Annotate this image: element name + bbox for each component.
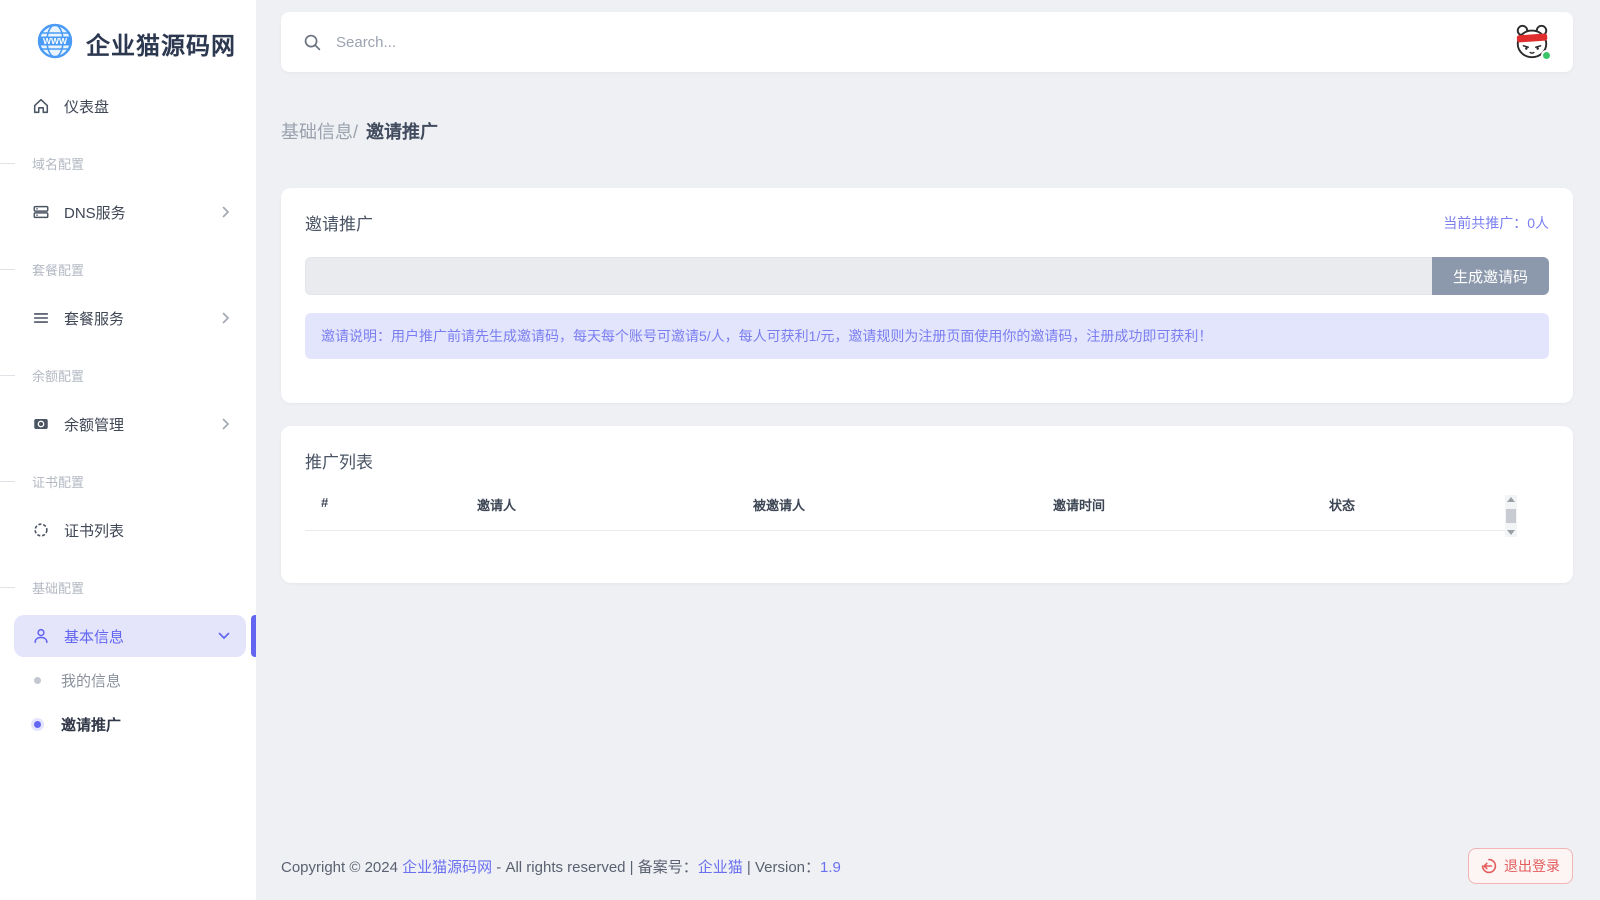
col-invite-time: 邀请时间 [1037,495,1313,514]
sidebar-item-package-service[interactable]: 套餐服务 [14,297,246,339]
sidebar-item-dashboard[interactable]: 仪表盘 [14,85,246,127]
bullet-dot-icon [34,677,41,684]
col-status: 状态 [1313,495,1505,514]
col-inviter: 邀请人 [461,495,737,514]
generate-invite-code-button[interactable]: 生成邀请码 [1432,257,1549,295]
invite-notice: 邀请说明：用户推广前请先生成邀请码，每天每个账号可邀请5/人，每人可获利1/元，… [305,313,1549,359]
chevron-right-icon [222,206,230,218]
promo-table: # 邀请人 被邀请人 邀请时间 状态 [305,495,1517,587]
globe-www-icon: WWW [36,22,74,65]
promo-table-header: # 邀请人 被邀请人 邀请时间 状态 [305,495,1505,531]
breadcrumb-current: 邀请推广 [366,118,438,144]
col-invitee: 被邀请人 [737,495,1037,514]
sidebar-subitem-label: 我的信息 [61,670,121,691]
server-icon [32,203,50,221]
sidebar-subitem-label: 邀请推广 [61,714,121,735]
sidebar-item-label: 基本信息 [64,626,124,647]
promo-list-title: 推广列表 [305,453,373,472]
scrollbar-thumb[interactable] [1506,509,1516,523]
sidebar-section-package: 套餐配置 [0,261,256,277]
breadcrumb-parent[interactable]: 基础信息/ [281,118,358,144]
bullet-dot-icon [34,721,41,728]
sidebar-item-label: 余额管理 [64,414,124,435]
sidebar-item-label: 仪表盘 [64,96,109,117]
badge-circle-icon [32,521,50,539]
active-menu-indicator [251,615,256,657]
online-status-dot [1541,50,1552,61]
invite-code-input[interactable] [305,257,1432,295]
scroll-down-arrow-icon[interactable] [1507,530,1515,535]
search-input[interactable] [336,34,756,51]
chevron-right-icon [222,418,230,430]
promo-table-body-empty [305,531,1517,587]
list-icon [32,309,50,327]
chevron-down-icon [218,632,230,640]
sidebar-section-basic: 基础配置 [0,579,256,595]
topbar [281,12,1573,72]
scroll-up-arrow-icon[interactable] [1507,497,1515,502]
promo-list-card: 推广列表 # 邀请人 被邀请人 邀请时间 状态 [281,426,1573,583]
promo-count-value: 0人 [1527,215,1549,231]
sidebar-section-cert: 证书配置 [0,473,256,489]
sidebar-menu: 仪表盘 域名配置 DNS服务 套餐配置 套餐服务 [0,65,256,745]
invite-card-title: 邀请推广 [305,210,373,235]
sidebar-item-cert-list[interactable]: 证书列表 [14,509,246,551]
breadcrumb: 基础信息/ 邀请推广 [281,118,1573,144]
logout-button[interactable]: 退出登录 [1468,848,1573,884]
svg-text:WWW: WWW [43,36,68,46]
invite-card: 邀请推广 当前共推广：0人 生成邀请码 邀请说明：用户推广前请先生成邀请码，每天… [281,188,1573,403]
sidebar-subitem-invite-promo[interactable]: 邀请推广 [0,703,256,745]
brand[interactable]: WWW 企业猫源码网 [0,0,256,65]
footer: Copyright © 2024 企业猫源码网 - All rights res… [281,848,1573,884]
sidebar: WWW 企业猫源码网 仪表盘 域名配置 DNS服务 [0,0,256,900]
app-title: 企业猫源码网 [86,26,236,61]
footer-brand-link[interactable]: 企业猫源码网 [402,859,492,876]
sidebar-item-basic-info[interactable]: 基本信息 [14,615,246,657]
sidebar-item-label: 套餐服务 [64,308,124,329]
sidebar-item-label: 证书列表 [64,520,124,541]
sidebar-item-dns[interactable]: DNS服务 [14,191,246,233]
sidebar-subitem-my-info[interactable]: 我的信息 [0,659,256,701]
main-content: 基础信息/ 邀请推广 邀请推广 当前共推广：0人 生成邀请码 邀请说明：用户推广… [256,0,1600,900]
invite-code-group: 生成邀请码 [305,257,1549,295]
col-index: # [305,495,461,514]
footer-version-link[interactable]: 1.9 [820,859,841,876]
sidebar-item-label: DNS服务 [64,202,126,223]
home-icon [32,97,50,115]
sidebar-section-balance: 余额配置 [0,367,256,383]
avatar[interactable] [1513,23,1551,61]
sidebar-section-domain: 域名配置 [0,155,256,171]
table-scrollbar[interactable] [1505,495,1517,537]
promo-count-stat: 当前共推广：0人 [1443,213,1549,233]
search-icon [303,33,322,52]
wallet-cam-icon [32,415,50,433]
user-icon [32,627,50,645]
logout-arrow-icon [1481,858,1497,874]
footer-icp-link[interactable]: 企业猫 [698,859,743,876]
logout-label: 退出登录 [1504,856,1560,876]
sidebar-item-balance[interactable]: 余额管理 [14,403,246,445]
chevron-right-icon [222,312,230,324]
footer-copyright: Copyright © 2024 企业猫源码网 - All rights res… [281,856,841,877]
